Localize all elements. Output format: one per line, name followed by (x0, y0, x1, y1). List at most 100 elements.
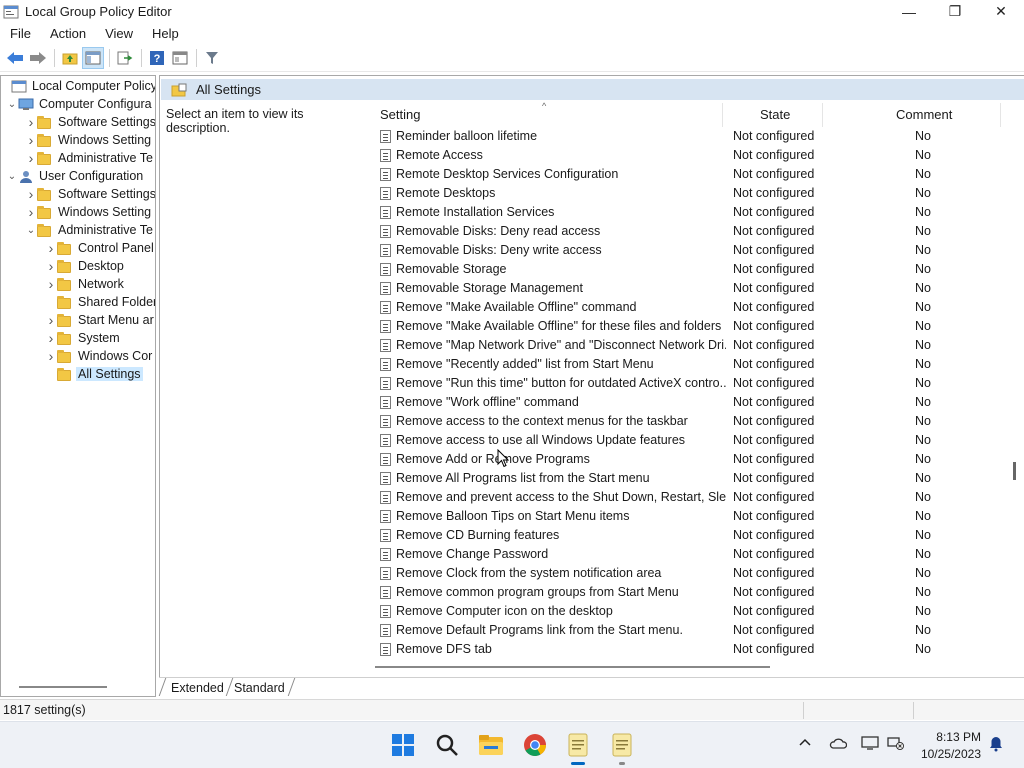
tree-item[interactable]: › Network (45, 275, 126, 293)
tree-item[interactable]: › Desktop (45, 257, 126, 275)
chrome-button[interactable] (520, 730, 550, 760)
chevron-down-icon[interactable]: ⌄ (6, 167, 18, 185)
chevron-right-icon[interactable]: › (25, 131, 37, 149)
table-row[interactable]: Remove "Map Network Drive" and "Disconne… (375, 336, 1007, 355)
chevron-right-icon[interactable]: › (45, 347, 57, 365)
maximize-button[interactable]: ❐ (932, 0, 978, 23)
menu-action[interactable]: Action (44, 26, 92, 41)
chevron-right-icon[interactable]: › (25, 203, 37, 221)
up-one-level-button[interactable] (59, 47, 81, 69)
tree-item[interactable]: › System (45, 329, 122, 347)
table-row[interactable]: Remove DFS tab Not configured No (375, 640, 1007, 659)
table-row[interactable]: Remote Installation Services Not configur… (375, 203, 1007, 222)
column-header-setting[interactable]: Setting (380, 101, 420, 127)
column-divider[interactable] (822, 103, 823, 127)
forward-button[interactable] (27, 47, 49, 69)
tree-item[interactable]: › Start Menu ar (45, 311, 155, 329)
minimize-button[interactable]: — (886, 0, 932, 23)
table-row[interactable]: Remove Add or Remove Programs Not configu… (375, 450, 1007, 469)
tree-item[interactable]: All Settings (45, 365, 143, 383)
chevron-right-icon[interactable]: › (45, 311, 57, 329)
vertical-scrollbar-thumb[interactable] (1013, 462, 1016, 480)
column-divider[interactable] (1000, 103, 1001, 127)
menu-view[interactable]: View (99, 26, 139, 41)
table-row[interactable]: Remove common program groups from Start … (375, 583, 1007, 602)
table-row[interactable]: Remove and prevent access to the Shut Do… (375, 488, 1007, 507)
table-row[interactable]: Remove "Make Available Offline" for thes… (375, 317, 1007, 336)
chevron-right-icon[interactable]: › (45, 239, 57, 257)
export-list-button[interactable] (114, 47, 136, 69)
tab-standard[interactable]: Standard (234, 681, 285, 695)
display-tray-button[interactable] (861, 736, 879, 753)
folder-icon (57, 241, 71, 255)
tree-horizontal-scrollbar[interactable] (19, 686, 107, 688)
tree-item[interactable]: ⌄ Administrative Te (25, 221, 155, 239)
column-header-comment[interactable]: Comment (896, 101, 952, 127)
notepad-taskbar-button-2[interactable] (607, 730, 637, 765)
notepad-taskbar-button[interactable] (563, 730, 593, 765)
file-explorer-button[interactable] (476, 730, 506, 760)
close-button[interactable]: ✕ (978, 0, 1024, 23)
notifications-button[interactable] (988, 736, 1004, 755)
table-row[interactable]: Remove Change Password Not configured No (375, 545, 1007, 564)
table-row[interactable]: Remove "Make Available Offline" command N… (375, 298, 1007, 317)
show-hidden-icons-button[interactable] (798, 736, 812, 751)
table-row[interactable]: Remote Desktops Not configured No (375, 184, 1007, 203)
table-row[interactable]: Remove All Programs list from the Start … (375, 469, 1007, 488)
help-button[interactable]: ? (146, 47, 168, 69)
table-row[interactable]: Remove Default Programs link from the St… (375, 621, 1007, 640)
filter-button[interactable] (201, 47, 223, 69)
column-header-state[interactable]: State (760, 101, 790, 127)
table-row[interactable]: Remote Access Not configured No (375, 146, 1007, 165)
table-row[interactable]: Remove CD Burning features Not configured… (375, 526, 1007, 545)
chevron-right-icon[interactable]: › (45, 329, 57, 347)
setting-state: Not configured (733, 281, 815, 295)
policy-setting-icon (380, 434, 391, 447)
table-row[interactable]: Removable Storage Not configured No (375, 260, 1007, 279)
horizontal-scrollbar[interactable] (375, 666, 770, 668)
chevron-right-icon[interactable]: › (45, 275, 57, 293)
back-button[interactable] (4, 47, 26, 69)
taskbar-clock[interactable]: 8:13 PM 10/25/2023 (921, 729, 981, 763)
table-row[interactable]: Removable Disks: Deny write access Not co… (375, 241, 1007, 260)
menu-file[interactable]: File (4, 26, 37, 41)
onedrive-tray-button[interactable] (829, 736, 848, 753)
properties-button[interactable] (169, 47, 191, 69)
table-row[interactable]: Remove Balloon Tips on Start Menu items N… (375, 507, 1007, 526)
search-button[interactable] (432, 730, 462, 760)
table-row[interactable]: Remove Clock from the system notificatio… (375, 564, 1007, 583)
chevron-down-icon[interactable]: ⌄ (25, 221, 37, 239)
table-row[interactable]: Remove "Run this time" button for outdat… (375, 374, 1007, 393)
table-row[interactable]: Remove Computer icon on the desktop Not c… (375, 602, 1007, 621)
tree-item[interactable]: › Windows Cor (45, 347, 154, 365)
tree-item[interactable]: Local Computer Policy (1, 77, 155, 95)
chevron-right-icon[interactable]: › (25, 113, 37, 131)
show-hide-tree-button[interactable] (82, 47, 104, 69)
table-row[interactable]: Remote Desktop Services Configuration Not… (375, 165, 1007, 184)
tree-item[interactable]: ⌄ User Configuration (6, 167, 145, 185)
chevron-right-icon[interactable]: › (25, 185, 37, 203)
chevron-down-icon[interactable]: ⌄ (6, 95, 18, 113)
table-row[interactable]: Remove access to use all Windows Update … (375, 431, 1007, 450)
table-row[interactable]: Remove "Recently added" list from Start … (375, 355, 1007, 374)
table-row[interactable]: Removable Storage Management Not configur… (375, 279, 1007, 298)
tree-item[interactable]: › Software Settings (25, 113, 155, 131)
tree-item[interactable]: ⌄ Computer Configura (6, 95, 154, 113)
table-row[interactable]: Removable Disks: Deny read access Not con… (375, 222, 1007, 241)
tab-extended[interactable]: Extended (171, 681, 224, 695)
tree-item[interactable]: › Software Settings (25, 185, 155, 203)
tree-item[interactable]: › Control Panel (45, 239, 155, 257)
tree-item[interactable]: Shared Folder (45, 293, 155, 311)
column-divider[interactable] (722, 103, 723, 127)
table-row[interactable]: Reminder balloon lifetime Not configured N… (375, 127, 1007, 146)
table-row[interactable]: Remove access to the context menus for t… (375, 412, 1007, 431)
chevron-right-icon[interactable]: › (25, 149, 37, 167)
tree-item[interactable]: › Administrative Te (25, 149, 155, 167)
tree-item[interactable]: › Windows Setting (25, 131, 153, 149)
network-tray-button[interactable] (887, 736, 905, 753)
menu-help[interactable]: Help (146, 26, 185, 41)
tree-item[interactable]: › Windows Setting (25, 203, 153, 221)
chevron-right-icon[interactable]: › (45, 257, 57, 275)
start-button[interactable] (388, 730, 418, 760)
table-row[interactable]: Remove "Work offline" command Not configu… (375, 393, 1007, 412)
